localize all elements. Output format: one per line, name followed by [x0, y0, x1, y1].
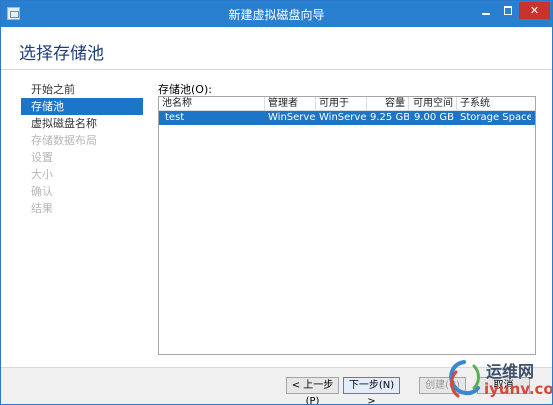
next-button[interactable]: 下一步(N) > [343, 377, 400, 404]
step-settings: 设置 [31, 151, 53, 164]
free-space-cell: 9.00 GB [413, 112, 454, 123]
swirl-icon [449, 360, 480, 398]
subsystem-cell: Storage Spaces [460, 112, 531, 123]
minimize-button[interactable] [475, 2, 497, 19]
step-confirmation: 确认 [31, 185, 53, 198]
storage-pool-label: 存储池(O): [158, 83, 212, 96]
watermark-url: iyunv.com [484, 380, 553, 398]
step-results: 结果 [31, 202, 53, 215]
watermark-title: 运维网 [486, 362, 535, 381]
page-title: 选择存储池 [19, 44, 104, 64]
previous-button[interactable]: < 上一步(P) [286, 377, 339, 404]
column-pool-name[interactable]: 池名称 [159, 97, 265, 110]
close-button[interactable]: ✕ [519, 2, 550, 19]
pool-selection-area: 存储池(O): 池名称 管理者 可用于 容量 可用空间 子系统 test Win… [158, 81, 536, 355]
close-icon: ✕ [529, 4, 540, 17]
table-row[interactable]: test WinServer WinServer 9.25 GB 9.00 GB… [159, 111, 535, 125]
available-to-cell: WinServer [319, 112, 367, 123]
header-divider [1, 69, 552, 70]
title-bar: 新建虚拟磁盘向导 ✕ [1, 1, 552, 27]
step-storage-layout: 存储数据布局 [31, 134, 97, 147]
window-title: 新建虚拟磁盘向导 [228, 8, 325, 22]
column-capacity[interactable]: 容量 [367, 97, 409, 110]
storage-pool-list[interactable]: 池名称 管理者 可用于 容量 可用空间 子系统 test WinServer W… [158, 96, 536, 355]
wizard-window: 新建虚拟磁盘向导 ✕ 选择存储池 开始之前 存储池 虚拟磁盘名称 存储数据布局 … [0, 0, 553, 405]
pool-name-cell: test [165, 112, 185, 123]
step-storage-pool[interactable]: 存储池 [21, 98, 143, 115]
column-managed-by[interactable]: 管理者 [265, 97, 316, 110]
managed-by-cell: WinServer [268, 112, 316, 123]
capacity-cell: 9.25 GB [370, 112, 409, 123]
step-virtual-disk-name[interactable]: 虚拟磁盘名称 [21, 115, 143, 132]
page-header: 选择存储池 [1, 27, 552, 69]
column-free-space[interactable]: 可用空间 [409, 97, 457, 110]
step-before-you-begin[interactable]: 开始之前 [21, 81, 143, 98]
watermark-logo: 运维网 iyunv.com [444, 356, 553, 404]
wizard-steps: 开始之前 存储池 虚拟磁盘名称 存储数据布局 设置 大小 确认 结果 [21, 81, 143, 217]
maximize-button[interactable] [497, 2, 519, 19]
step-size: 大小 [31, 168, 53, 181]
column-subsystem[interactable]: 子系统 [457, 97, 531, 110]
list-header: 池名称 管理者 可用于 容量 可用空间 子系统 [159, 97, 535, 111]
column-available-to[interactable]: 可用于 [316, 97, 367, 110]
